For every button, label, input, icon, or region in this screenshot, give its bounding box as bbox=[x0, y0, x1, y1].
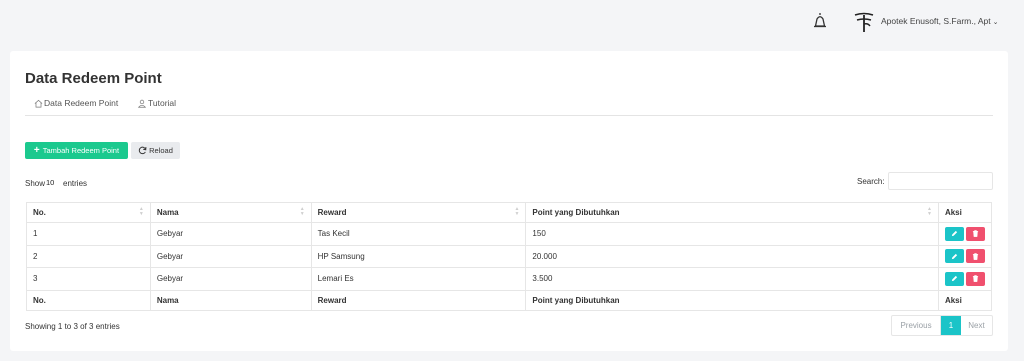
table-row: 2 Gebyar HP Samsung 20.000 bbox=[26, 244, 993, 268]
search-label: Search: bbox=[857, 177, 885, 186]
cell-no: 3 bbox=[26, 267, 151, 291]
cell-nama: Gebyar bbox=[149, 267, 312, 291]
column-label: Reward bbox=[317, 208, 347, 217]
footer-no: No. bbox=[26, 289, 151, 311]
column-label: Point yang Dibutuhkan bbox=[532, 208, 620, 217]
tab-label: Tutorial bbox=[148, 98, 177, 108]
user-icon bbox=[137, 99, 147, 108]
refresh-icon bbox=[138, 146, 147, 155]
cell-nama: Gebyar bbox=[149, 244, 312, 268]
column-header-nama[interactable]: Nama ▲ ▼ bbox=[149, 202, 312, 223]
redeem-point-table: No. ▲ ▼ Nama ▲ ▼ Reward ▲ ▼ Point yang Dibutuh… bbox=[26, 202, 993, 311]
sort-icon: ▲ ▼ bbox=[138, 206, 144, 217]
previous-page-button[interactable]: Previous bbox=[892, 316, 941, 335]
chevron-down-icon: ⌄ bbox=[992, 19, 999, 26]
footer-reward: Reward bbox=[310, 289, 527, 311]
delete-button[interactable] bbox=[965, 249, 985, 264]
cell-point: 3.500 bbox=[525, 267, 939, 291]
cell-point: 20.000 bbox=[525, 244, 939, 268]
sort-icon: ▲ ▼ bbox=[927, 206, 932, 217]
app-logo-icon bbox=[854, 12, 874, 32]
next-page-button[interactable]: Next bbox=[961, 316, 992, 335]
delete-button[interactable] bbox=[965, 226, 985, 241]
cell-reward: HP Samsung bbox=[310, 244, 527, 268]
column-header-reward[interactable]: Reward ▲ ▼ bbox=[310, 202, 527, 223]
reload-button-label: Reload bbox=[149, 146, 173, 155]
content-card: Data Redeem Point Data Redeem Point Tuto… bbox=[10, 51, 1008, 351]
plus-icon: + bbox=[33, 144, 40, 156]
footer-nama: Nama bbox=[149, 289, 312, 311]
column-header-no[interactable]: No. ▲ ▼ bbox=[26, 202, 151, 223]
table-header-row: No. ▲ ▼ Nama ▲ ▼ Reward ▲ ▼ Point yang Dibutuh… bbox=[26, 202, 993, 223]
top-bar: Apotek Enusoft, S.Farm., Apt ⌄ bbox=[0, 0, 1024, 44]
page-title: Data Redeem Point bbox=[25, 70, 162, 87]
footer-point: Point yang Dibutuhkan bbox=[525, 289, 939, 311]
table-row: 3 Gebyar Lemari Es 3.500 bbox=[26, 267, 993, 291]
cell-aksi bbox=[937, 244, 993, 268]
edit-button[interactable] bbox=[944, 226, 964, 241]
footer-aksi: Aksi bbox=[937, 289, 993, 311]
tab-data-redeem-point[interactable]: Data Redeem Point bbox=[34, 98, 118, 108]
edit-button[interactable] bbox=[944, 271, 964, 286]
add-button-label: Tambah Redeem Point bbox=[42, 146, 120, 155]
trash-icon bbox=[972, 230, 979, 238]
search-input[interactable] bbox=[888, 172, 993, 190]
entries-per-page-select[interactable]: 10 bbox=[46, 176, 60, 189]
pencil-icon bbox=[951, 276, 958, 282]
bell-icon[interactable] bbox=[812, 12, 828, 30]
add-redeem-point-button[interactable]: + Tambah Redeem Point bbox=[25, 142, 128, 159]
column-label: No. bbox=[33, 208, 46, 217]
cell-aksi bbox=[937, 222, 993, 246]
sort-icon: ▲ ▼ bbox=[299, 206, 305, 217]
column-header-point[interactable]: Point yang Dibutuhkan ▲ ▼ bbox=[525, 202, 939, 223]
sort-icon: ▲ ▼ bbox=[514, 206, 520, 217]
edit-button[interactable] bbox=[944, 249, 964, 264]
cell-point: 150 bbox=[525, 222, 939, 246]
pencil-icon bbox=[951, 253, 958, 259]
tab-tutorial[interactable]: Tutorial bbox=[137, 98, 176, 108]
trash-icon bbox=[972, 252, 979, 260]
user-name-label: Apotek Enusoft, S.Farm., Apt bbox=[881, 16, 991, 26]
page-1-button[interactable]: 1 bbox=[941, 316, 961, 335]
pagination: Previous 1 Next bbox=[891, 315, 993, 336]
cell-reward: Lemari Es bbox=[310, 267, 527, 291]
user-menu[interactable]: Apotek Enusoft, S.Farm., Apt ⌄ bbox=[881, 16, 998, 26]
trash-icon bbox=[972, 275, 979, 283]
table-row: 1 Gebyar Tas Kecil 150 bbox=[26, 222, 993, 246]
home-icon bbox=[34, 99, 43, 107]
tab-bar: Data Redeem Point Tutorial bbox=[25, 96, 993, 116]
pencil-icon bbox=[951, 231, 958, 237]
column-header-aksi: Aksi bbox=[937, 202, 993, 223]
show-label: Show bbox=[25, 179, 46, 188]
delete-button[interactable] bbox=[965, 271, 985, 286]
cell-reward: Tas Kecil bbox=[310, 222, 527, 246]
cell-nama: Gebyar bbox=[149, 222, 312, 246]
cell-aksi bbox=[937, 267, 993, 291]
cell-no: 2 bbox=[26, 244, 151, 268]
reload-button[interactable]: Reload bbox=[131, 142, 180, 159]
tab-label: Data Redeem Point bbox=[44, 98, 119, 108]
entries-label: entries bbox=[63, 179, 88, 188]
table-footer-row: No. Nama Reward Point yang Dibutuhkan Ak… bbox=[26, 289, 993, 311]
column-label: Nama bbox=[156, 208, 179, 217]
table-info: Showing 1 to 3 of 3 entries bbox=[25, 322, 120, 331]
cell-no: 1 bbox=[26, 222, 151, 246]
